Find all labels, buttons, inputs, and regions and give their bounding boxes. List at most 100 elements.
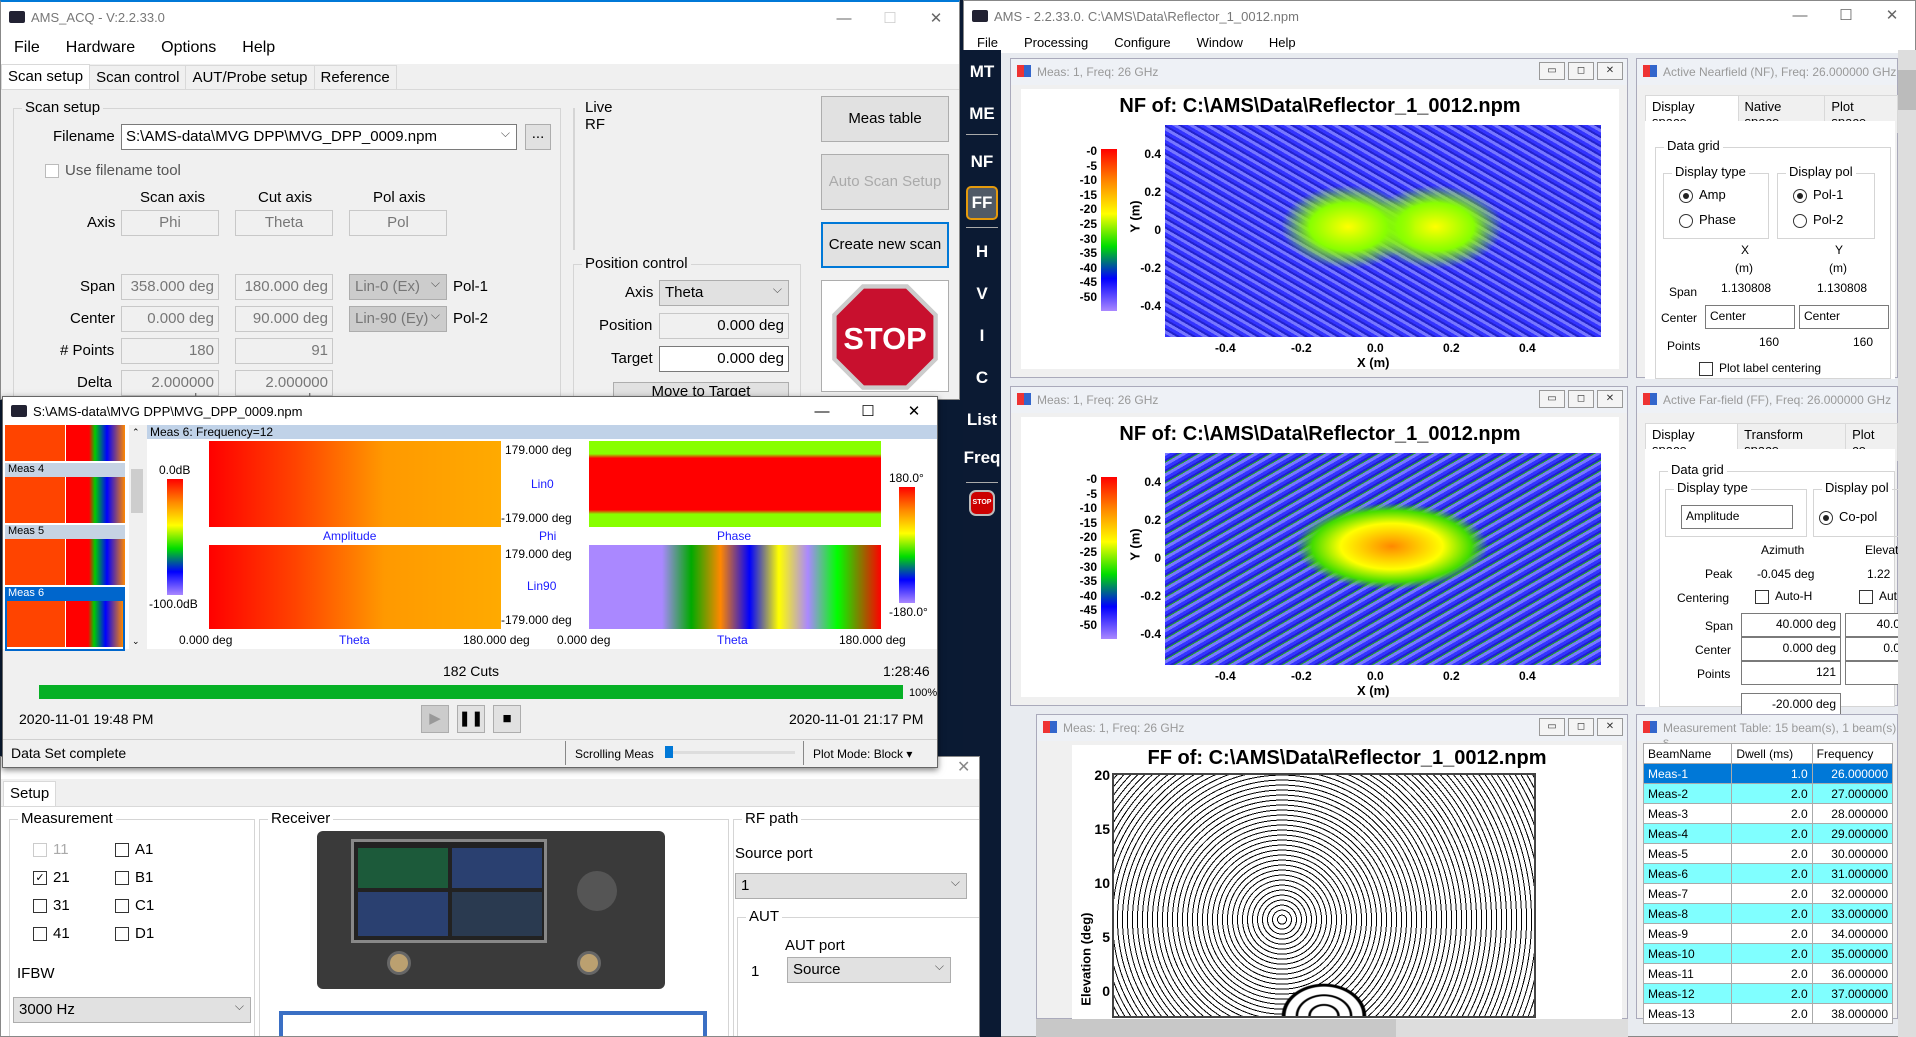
radio-amp[interactable]: Amp bbox=[1679, 187, 1726, 203]
radio-pol2[interactable]: Pol-2 bbox=[1793, 212, 1843, 228]
table-row[interactable]: Meas-3 2.0 28.000000 bbox=[1642, 803, 1894, 824]
close-button[interactable]: ✕ bbox=[1597, 62, 1623, 80]
maximize-button[interactable]: ☐ bbox=[867, 4, 913, 34]
aut-port-select[interactable]: Source bbox=[787, 957, 951, 983]
auto-h-checkbox[interactable]: Auto-H bbox=[1755, 589, 1812, 604]
sidebar-i[interactable]: I bbox=[963, 326, 1001, 346]
sidebar-c[interactable]: C bbox=[963, 368, 1001, 388]
tab-scan-setup[interactable]: Scan setup bbox=[1, 64, 91, 89]
table-row[interactable]: Meas-10 2.0 35.000000 bbox=[1642, 943, 1894, 964]
filename-combobox[interactable]: S:\AMS-data\MVG DPP\MVG_DPP_0009.npm ⌵ bbox=[121, 124, 517, 150]
checkbox-C1[interactable]: C1 bbox=[115, 897, 154, 925]
minimize-button[interactable]: ▭ bbox=[1539, 390, 1565, 408]
sidebar-h[interactable]: H bbox=[963, 242, 1001, 262]
vertical-scrollbar[interactable] bbox=[1898, 50, 1916, 1037]
menu-window[interactable]: Window bbox=[1184, 35, 1256, 50]
points-az-input[interactable]: 121 bbox=[1741, 661, 1841, 685]
scrolling-meas-slider[interactable] bbox=[665, 746, 795, 758]
menu-help[interactable]: Help bbox=[229, 39, 288, 57]
points-el-input[interactable] bbox=[1845, 661, 1905, 685]
table-row[interactable]: Meas-4 2.0 29.000000 bbox=[1642, 823, 1894, 844]
thumb-label-meas6[interactable]: Meas 6 bbox=[5, 587, 125, 601]
tab-reference[interactable]: Reference bbox=[313, 65, 397, 89]
pol-1-select[interactable]: Lin-0 (Ex) bbox=[349, 274, 447, 300]
menu-hardware[interactable]: Hardware bbox=[53, 39, 148, 57]
checkbox-21[interactable]: ✓ 21 bbox=[33, 869, 70, 897]
auto-v-checkbox[interactable]: Aut bbox=[1859, 589, 1897, 604]
maximize-button[interactable]: ☐ bbox=[845, 397, 891, 425]
table-row[interactable]: Meas-9 2.0 34.000000 bbox=[1642, 923, 1894, 944]
column-header[interactable]: Dwell (ms) bbox=[1731, 743, 1813, 764]
sidebar-v[interactable]: V bbox=[963, 284, 1001, 304]
stop-button-small[interactable]: ■ bbox=[493, 705, 521, 733]
close-button[interactable]: ✕ bbox=[891, 397, 937, 425]
horizontal-scrollbar[interactable] bbox=[1036, 1019, 1628, 1037]
sidebar-ff[interactable]: FF bbox=[966, 186, 998, 220]
restore-button[interactable]: ◻ bbox=[1568, 62, 1594, 80]
display-type-select[interactable]: Amplitude bbox=[1681, 505, 1793, 529]
minimize-button[interactable]: ▭ bbox=[1539, 62, 1565, 80]
restore-button[interactable]: ◻ bbox=[1568, 390, 1594, 408]
table-row[interactable]: Meas-8 2.0 33.000000 bbox=[1642, 903, 1894, 924]
checkbox-41[interactable]: 41 bbox=[33, 925, 70, 953]
stop-button[interactable]: STOP bbox=[821, 280, 949, 392]
tab-scan-control[interactable]: Scan control bbox=[89, 65, 187, 89]
sidebar-freq[interactable]: Freq bbox=[963, 448, 1001, 468]
minimize-button[interactable]: — bbox=[1777, 1, 1823, 31]
tab-aut-probe-setup[interactable]: AUT/Probe setup bbox=[185, 65, 315, 89]
thumb-label-meas4[interactable]: Meas 4 bbox=[5, 463, 125, 477]
tab-setup[interactable]: Setup bbox=[3, 781, 57, 806]
plot-label-centering-checkbox[interactable]: Plot label centering bbox=[1699, 361, 1821, 376]
center-az-input[interactable]: 0.000 deg bbox=[1741, 637, 1841, 661]
close-button[interactable]: ✕ bbox=[1597, 718, 1623, 736]
pol-2-select[interactable]: Lin-90 (Ey) bbox=[349, 306, 447, 332]
menu-help[interactable]: Help bbox=[1256, 35, 1309, 50]
thumbnail-scrollbar[interactable]: ⌃ ⌄ bbox=[129, 425, 145, 649]
radio-copol[interactable]: Co-pol bbox=[1819, 509, 1877, 525]
column-header[interactable]: BeamName bbox=[1642, 743, 1733, 764]
table-row[interactable]: Meas-5 2.0 30.000000 bbox=[1642, 843, 1894, 864]
center-y-select[interactable]: Center bbox=[1799, 305, 1889, 329]
menu-configure[interactable]: Configure bbox=[1101, 35, 1183, 50]
checkbox-B1[interactable]: B1 bbox=[115, 869, 154, 897]
center-x-select[interactable]: Center bbox=[1705, 305, 1795, 329]
sidebar-mt[interactable]: MT bbox=[963, 62, 1001, 82]
menu-file[interactable]: File bbox=[1, 39, 53, 57]
table-row[interactable]: Meas-2 2.0 27.000000 bbox=[1642, 783, 1894, 804]
sidebar-list[interactable]: List bbox=[963, 410, 1001, 430]
table-row[interactable]: Meas-6 2.0 31.000000 bbox=[1642, 863, 1894, 884]
close-button[interactable]: ✕ bbox=[1869, 1, 1915, 31]
minimize-button[interactable]: ▭ bbox=[1539, 718, 1565, 736]
close-button[interactable]: ✕ bbox=[957, 757, 970, 777]
pc-axis-select[interactable]: Theta bbox=[659, 280, 789, 306]
menu-file[interactable]: File bbox=[964, 35, 1011, 50]
create-new-scan-button[interactable]: Create new scan bbox=[821, 222, 949, 268]
table-row[interactable]: Meas-13 2.0 38.000000 bbox=[1642, 1003, 1894, 1024]
stop-icon[interactable]: STOP bbox=[969, 490, 995, 516]
radio-phase[interactable]: Phase bbox=[1679, 212, 1736, 228]
sidebar-nf[interactable]: NF bbox=[963, 152, 1001, 172]
table-row[interactable]: Meas-7 2.0 32.000000 bbox=[1642, 883, 1894, 904]
center-el-input[interactable]: 0.0 bbox=[1845, 637, 1905, 661]
checkbox-31[interactable]: 31 bbox=[33, 897, 70, 925]
span-el-input[interactable]: 40.0 bbox=[1845, 613, 1905, 637]
use-filename-tool-checkbox[interactable]: Use filename tool bbox=[45, 162, 181, 179]
ifbw-select[interactable]: 3000 Hz bbox=[13, 997, 251, 1023]
close-button[interactable]: ✕ bbox=[1597, 390, 1623, 408]
minimize-button[interactable]: — bbox=[821, 4, 867, 34]
checkbox-A1[interactable]: A1 bbox=[115, 841, 154, 869]
pause-button[interactable]: ❚❚ bbox=[457, 705, 485, 733]
meas-table-button[interactable]: Meas table bbox=[821, 96, 949, 142]
span-az-input[interactable]: 40.000 deg bbox=[1741, 613, 1841, 637]
table-row[interactable]: Meas-12 2.0 37.000000 bbox=[1642, 983, 1894, 1004]
column-header[interactable]: Frequency bbox=[1811, 743, 1894, 764]
menu-options[interactable]: Options bbox=[148, 39, 229, 57]
restore-button[interactable]: ◻ bbox=[1568, 718, 1594, 736]
plot-mode-dropdown[interactable]: Plot Mode: Block ▾ bbox=[813, 747, 912, 761]
minimize-button[interactable]: — bbox=[799, 397, 845, 425]
menu-processing[interactable]: Processing bbox=[1011, 35, 1101, 50]
table-row[interactable]: Meas-1 1.0 26.000000 bbox=[1642, 763, 1894, 784]
table-row[interactable]: Meas-11 2.0 36.000000 bbox=[1642, 963, 1894, 984]
close-button[interactable]: ✕ bbox=[913, 4, 959, 34]
maximize-button[interactable]: ☐ bbox=[1823, 1, 1869, 31]
